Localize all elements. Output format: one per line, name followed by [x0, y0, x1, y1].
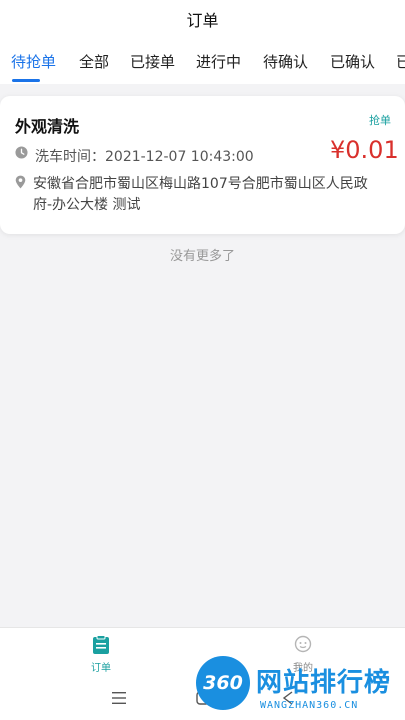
order-address: 安徽省合肥市蜀山区梅山路107号合肥市蜀山区人民政府-办公大楼 测试	[33, 176, 368, 213]
tab-accepted[interactable]: 已接单	[130, 40, 175, 84]
tab-in-progress[interactable]: 进行中	[196, 40, 241, 84]
grab-order-tag[interactable]: 抢单	[369, 112, 391, 128]
order-title: 外观清洗	[15, 117, 80, 136]
watermark-logo: 360	[196, 656, 250, 710]
tabbar-label-orders: 订单	[91, 663, 111, 674]
tab-more[interactable]: 已	[396, 40, 405, 84]
tab-confirmed[interactable]: 已确认	[330, 40, 375, 84]
order-status-tabs: 待抢单 全部 已接单 进行中 待确认 已确认 已	[0, 40, 405, 84]
location-pin-icon	[15, 175, 26, 189]
watermark-subtitle: WANGZHAN360.CN	[260, 700, 359, 711]
clock-icon	[15, 146, 28, 159]
page-title: 订单	[0, 0, 405, 40]
menu-icon[interactable]	[112, 692, 126, 704]
user-icon	[294, 635, 312, 653]
no-more-text: 没有更多了	[169, 249, 235, 264]
tab-to-confirm[interactable]: 待确认	[263, 40, 308, 84]
tabbar-item-orders[interactable]: 订单	[71, 628, 131, 677]
watermark-title: 网站排行榜	[256, 668, 392, 698]
order-price: ¥0.01	[330, 136, 399, 164]
wash-time: 洗车时间：2021-12-07 10:43:00	[35, 149, 254, 165]
tab-all[interactable]: 全部	[79, 40, 109, 84]
active-tab-indicator	[12, 79, 40, 82]
watermark: 360 网站排行榜 WANGZHAN360.CN	[196, 656, 405, 720]
clipboard-icon	[93, 635, 109, 654]
tab-pending-grab[interactable]: 待抢单	[11, 40, 56, 84]
